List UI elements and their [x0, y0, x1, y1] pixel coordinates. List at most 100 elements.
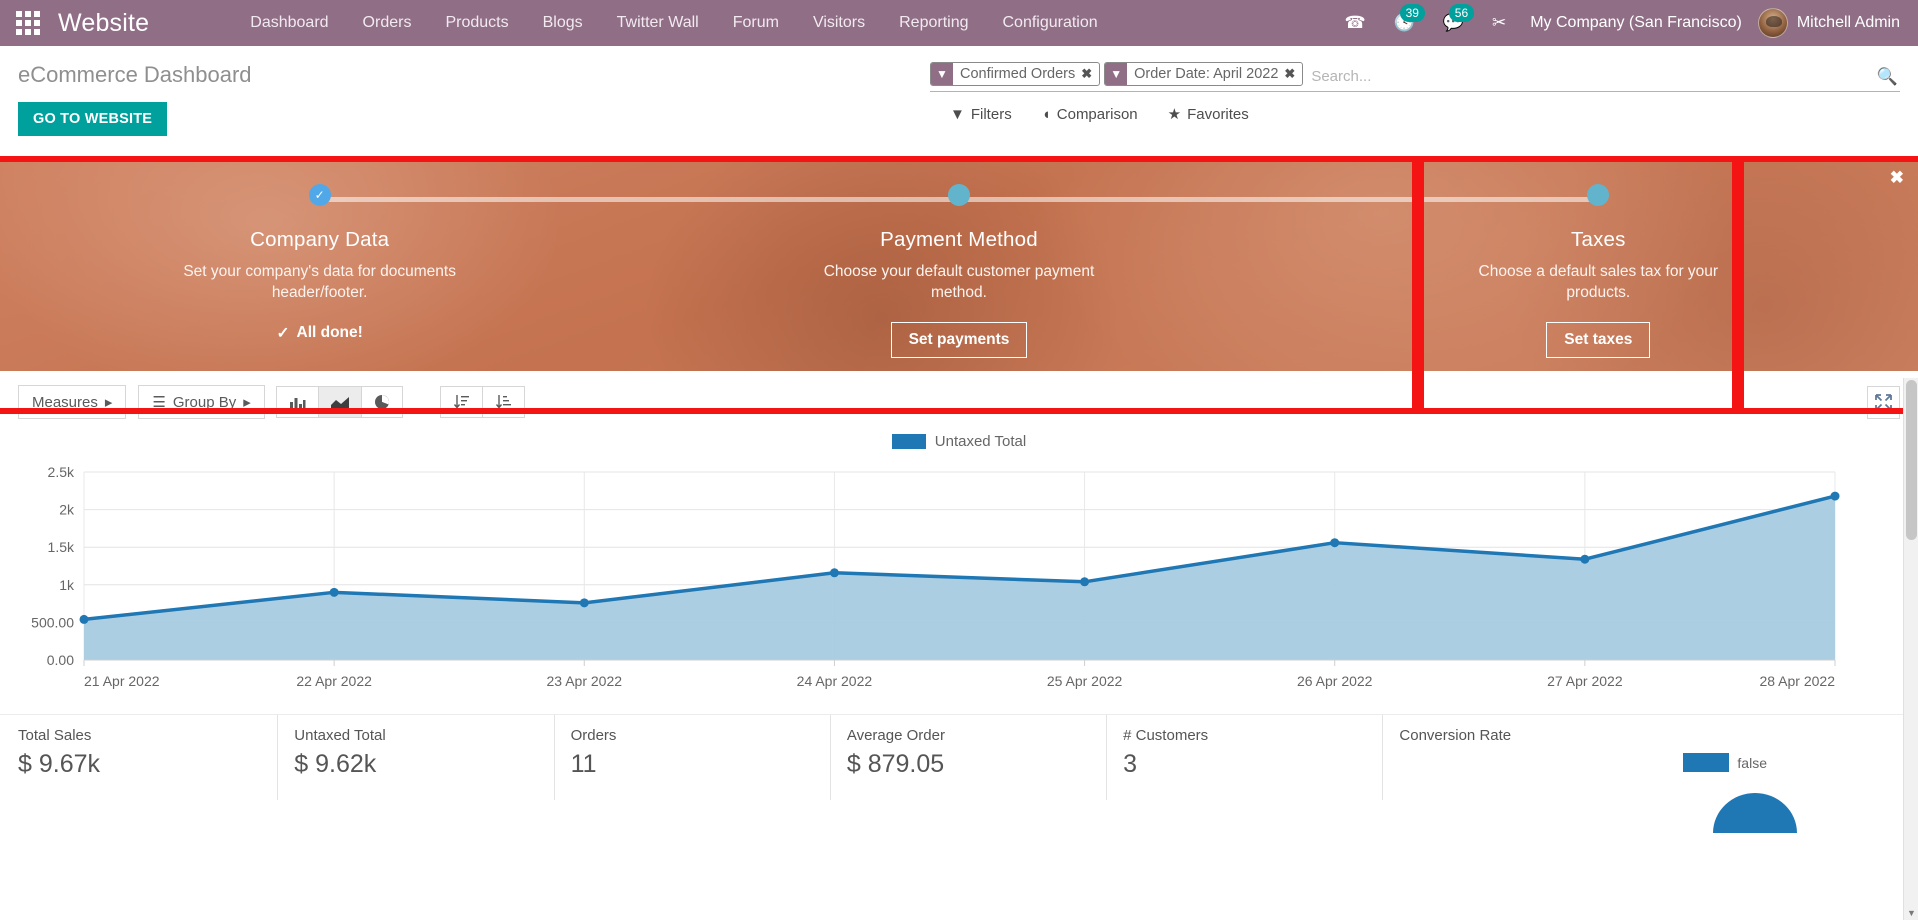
- sort-group: [439, 386, 525, 418]
- search-input[interactable]: [1307, 62, 1869, 91]
- conversion-legend[interactable]: false: [1683, 753, 1767, 772]
- set-taxes-button[interactable]: Set taxes: [1546, 321, 1651, 358]
- set-payments-button[interactable]: Set payments: [890, 321, 1028, 358]
- messages-icon[interactable]: 💬 56: [1429, 0, 1478, 46]
- data-point[interactable]: [829, 568, 839, 578]
- line-chart-icon[interactable]: [317, 386, 362, 418]
- favorites-label: Favorites: [1187, 105, 1249, 123]
- comparison-toggle[interactable]: ◖ Comparison: [1042, 105, 1138, 123]
- facet-confirmed-orders[interactable]: ▼ Confirmed Orders ✖: [930, 62, 1101, 86]
- menu-item-dashboard[interactable]: Dashboard: [233, 0, 345, 46]
- onboarding-step-payment-method[interactable]: Payment Method Choose your default custo…: [639, 158, 1279, 371]
- app-brand[interactable]: Website: [56, 9, 153, 38]
- data-point[interactable]: [329, 587, 339, 597]
- kpi-label: Average Order: [846, 727, 945, 744]
- search-bar[interactable]: ▼ Confirmed Orders ✖ ▼ Order Date: April…: [930, 62, 1900, 92]
- filter-icon: ▼: [931, 63, 953, 85]
- legend-label: Untaxed Total: [934, 433, 1027, 450]
- scrollbar-thumb[interactable]: [1906, 380, 1917, 540]
- menu-item-visitors[interactable]: Visitors: [796, 0, 882, 46]
- control-panel-right: ▼ Confirmed Orders ✖ ▼ Order Date: April…: [930, 54, 1918, 123]
- caret-right-icon: ▸: [104, 394, 113, 411]
- favorites-toggle[interactable]: ★ Favorites: [1168, 105, 1249, 124]
- step-status-check-icon: ✓: [308, 184, 331, 206]
- company-switcher[interactable]: My Company (San Francisco): [1520, 14, 1758, 32]
- measures-button[interactable]: Measures ▸: [18, 385, 127, 419]
- facet-order-date[interactable]: ▼ Order Date: April 2022 ✖: [1104, 62, 1304, 86]
- pie-chart-icon[interactable]: [360, 386, 403, 418]
- data-point[interactable]: [1580, 554, 1590, 564]
- onboarding-step-taxes[interactable]: Taxes Choose a default sales tax for you…: [1278, 158, 1918, 371]
- close-icon[interactable]: ✖: [1890, 168, 1904, 188]
- control-panel: eCommerce Dashboard GO TO WEBSITE ▼ Conf…: [0, 46, 1918, 158]
- kpi-value: $ 9.67k: [18, 750, 101, 778]
- menu-item-twitter-wall[interactable]: Twitter Wall: [600, 0, 716, 46]
- go-to-website-button[interactable]: GO TO WEBSITE: [18, 102, 168, 136]
- progress-track: [319, 197, 640, 202]
- facet-label: Confirmed Orders: [960, 66, 1076, 82]
- y-axis-tick-label: 500.00: [31, 614, 74, 630]
- onboarding-step-company-data[interactable]: ✓ Company Data Set your company's data f…: [0, 158, 640, 371]
- data-point[interactable]: [579, 598, 589, 608]
- menu-item-products[interactable]: Products: [428, 0, 525, 46]
- menu-item-configuration[interactable]: Configuration: [985, 0, 1114, 46]
- step-status-dot-icon: [947, 184, 970, 206]
- step-title: Company Data: [250, 228, 390, 251]
- filters-label: Filters: [970, 105, 1012, 123]
- menu-item-blogs[interactable]: Blogs: [526, 0, 600, 46]
- step-title: Taxes: [1571, 228, 1626, 251]
- filters-toggle[interactable]: ▼ Filters: [950, 105, 1012, 123]
- bar-chart-icon[interactable]: [275, 386, 319, 418]
- vertical-scrollbar[interactable]: ▼: [1903, 378, 1918, 920]
- menu-item-reporting[interactable]: Reporting: [882, 0, 985, 46]
- grid-apps-icon: [16, 11, 40, 35]
- step-description: Choose a default sales tax for your prod…: [1478, 263, 1719, 301]
- phone-icon[interactable]: ☎: [1330, 0, 1379, 46]
- data-point[interactable]: [1830, 491, 1840, 501]
- main-menu: Dashboard Orders Products Blogs Twitter …: [233, 0, 1114, 46]
- scroll-down-arrow-icon[interactable]: ▼: [1904, 905, 1918, 920]
- step-title: Payment Method: [880, 228, 1038, 251]
- area-chart[interactable]: 0.00 500.00 1k 1.5k 2k 2.5k 21 Apr 2022 22 Apr …: [0, 464, 1903, 700]
- chart-plot-area: 0.00 500.00 1k 1.5k 2k 2.5k 21 Apr 2022 22 Apr …: [0, 464, 1918, 700]
- debug-icon[interactable]: ✂: [1478, 0, 1520, 46]
- step-done-label: ✓ All done!: [277, 324, 363, 343]
- apps-menu-button[interactable]: [0, 0, 56, 46]
- data-point[interactable]: [79, 614, 89, 624]
- facet-remove-icon[interactable]: ✖: [1081, 63, 1099, 85]
- data-point[interactable]: [1080, 577, 1090, 587]
- facet-remove-icon[interactable]: ✖: [1284, 63, 1302, 85]
- page-title: eCommerce Dashboard: [18, 62, 252, 87]
- sort-descending-icon[interactable]: [439, 386, 483, 418]
- menu-item-forum[interactable]: Forum: [716, 0, 796, 46]
- x-axis-tick-label: 23 Apr 2022: [547, 673, 623, 689]
- legend-item-untaxed-total[interactable]: Untaxed Total: [891, 433, 1027, 450]
- search-icon[interactable]: 🔍: [1869, 62, 1900, 91]
- menu-item-orders[interactable]: Orders: [346, 0, 429, 46]
- conversion-donut-chart: [1713, 793, 1798, 833]
- data-point[interactable]: [1330, 538, 1340, 548]
- kpi-value: 3: [1123, 750, 1138, 778]
- step-description: Set your company's data for documents he…: [183, 263, 456, 301]
- kpi-label: # Customers: [1123, 727, 1209, 744]
- x-axis-tick-label: 21 Apr 2022: [84, 673, 160, 689]
- hamburger-icon: ☰: [152, 394, 166, 411]
- kpi-untaxed-total: Untaxed Total $ 9.62k: [277, 715, 553, 800]
- activities-icon[interactable]: 🕓 39: [1380, 0, 1429, 46]
- comparison-icon: ◖: [1041, 105, 1051, 123]
- filter-icon: ▼: [1105, 63, 1128, 85]
- kpi-label: Untaxed Total: [294, 727, 386, 744]
- y-axis-tick-label: 2.5k: [48, 464, 75, 480]
- kpi-value: 11: [570, 750, 597, 778]
- sort-ascending-icon[interactable]: [481, 386, 525, 418]
- activities-count-badge: 39: [1399, 4, 1425, 22]
- expand-icon[interactable]: [1867, 385, 1900, 419]
- chart-panel: Measures ▸ ☰ Group By ▸ Untaxed Total 0.…: [0, 371, 1918, 833]
- chart-legend: Untaxed Total: [0, 433, 1918, 454]
- caret-right-icon: ▸: [243, 394, 251, 411]
- group-by-button[interactable]: ☰ Group By ▸: [138, 385, 265, 419]
- legend-swatch: [891, 434, 926, 449]
- user-menu[interactable]: Mitchell Admin: [1757, 8, 1904, 38]
- legend-label: false: [1737, 754, 1767, 771]
- kpi-value: $ 9.62k: [294, 750, 377, 778]
